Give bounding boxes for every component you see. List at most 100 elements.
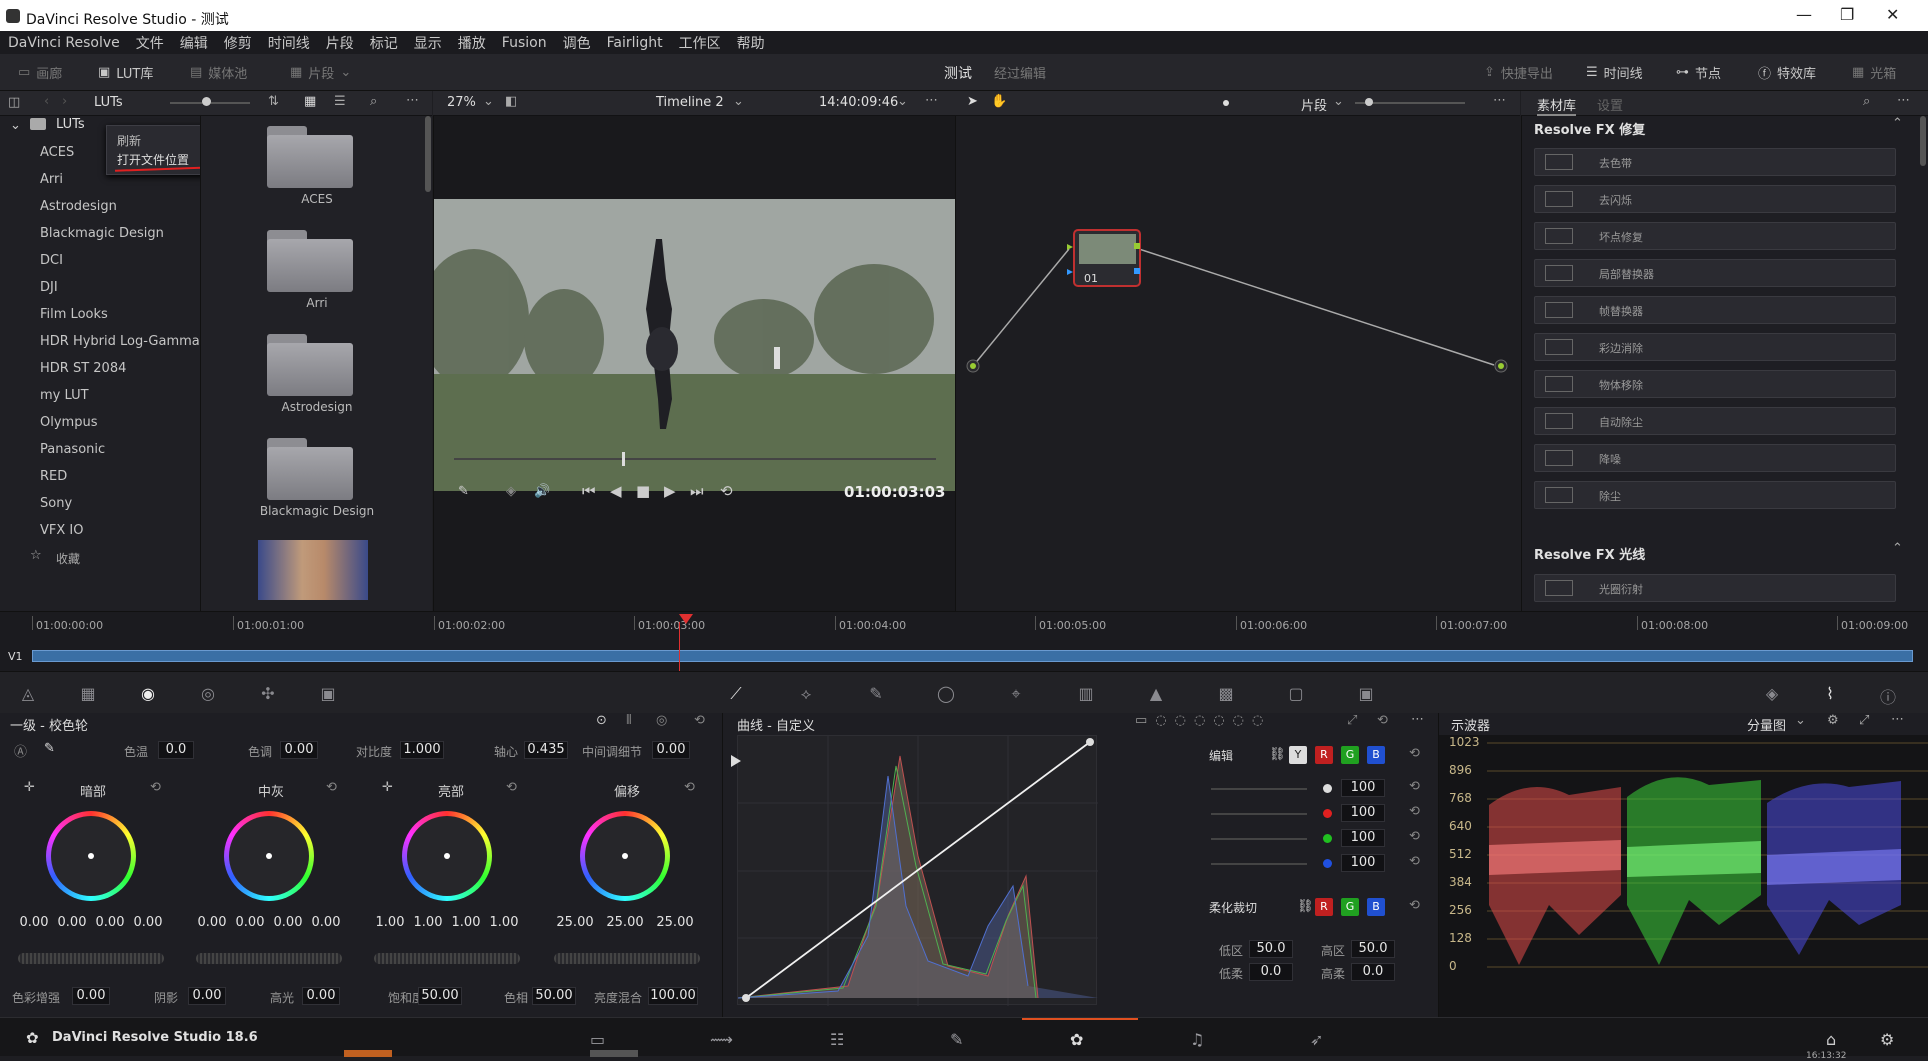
tab-library[interactable]: 素材库 — [1537, 95, 1577, 116]
scrollbar[interactable] — [1920, 116, 1926, 166]
media-page-icon[interactable]: ▭ — [590, 1030, 605, 1049]
node-mode-select[interactable]: 片段 — [1301, 95, 1327, 114]
lut-folder-hlg[interactable]: HDR Hybrid Log-Gamma — [40, 334, 200, 349]
quick-export-button[interactable]: ⇪ 快捷导出 — [1484, 63, 1553, 82]
tint-field[interactable]: 0.00 — [280, 741, 318, 759]
info-icon[interactable]: ⓘ — [1878, 684, 1898, 707]
fx-item[interactable]: 去色带 — [1534, 148, 1896, 176]
lut-folder-my-lut[interactable]: my LUT — [40, 388, 89, 403]
menu-file[interactable]: 文件 — [136, 33, 164, 53]
curve-mode-icons[interactable]: ▭◌◌◌◌◌◌ — [1135, 713, 1271, 728]
settings-gear-icon[interactable]: ⚙ — [1880, 1030, 1894, 1049]
channel-g-button[interactable]: G — [1341, 746, 1359, 764]
reset-icon[interactable]: ⟲ — [1377, 713, 1388, 728]
fx-item[interactable]: 去闪烁 — [1534, 185, 1896, 213]
offset-value[interactable]: 25.00 — [655, 915, 695, 930]
clips-button[interactable]: ▦ 片段 ⌄ — [290, 63, 351, 82]
y-intensity-slider[interactable] — [1211, 788, 1307, 790]
lut-folder-olympus[interactable]: Olympus — [40, 415, 97, 430]
fx-item[interactable]: 坏点修复 — [1534, 222, 1896, 250]
search-icon[interactable]: ⌕ — [1863, 94, 1870, 109]
high-field[interactable]: 50.0 — [1351, 940, 1395, 958]
gain-master-slider[interactable] — [374, 953, 520, 964]
folder-icon[interactable] — [267, 126, 353, 188]
lut-folder-arri[interactable]: Arri — [40, 172, 63, 187]
gamma-value[interactable]: 0.00 — [233, 915, 267, 930]
menu-color[interactable]: 调色 — [563, 33, 591, 53]
folder-icon[interactable] — [267, 438, 353, 500]
gamma-wheel[interactable] — [224, 811, 314, 901]
forward-icon[interactable]: › — [62, 94, 67, 109]
chevron-up-icon[interactable]: ⌃ — [1892, 116, 1903, 131]
reset-icon[interactable]: ⟲ — [1409, 779, 1420, 794]
luma-mix-field[interactable]: 100.00 — [648, 987, 698, 1005]
loop-icon[interactable]: ⟲ — [720, 482, 733, 500]
y-intensity-handle[interactable] — [1323, 784, 1332, 793]
r-intensity-slider[interactable] — [1211, 813, 1307, 815]
reset-icon[interactable]: ⟲ — [326, 780, 337, 795]
channel-y-button[interactable]: Y — [1289, 746, 1307, 764]
node-zoom-handle[interactable] — [1365, 98, 1373, 106]
menu-mark[interactable]: 标记 — [370, 33, 398, 53]
reset-icon[interactable]: ⟲ — [694, 713, 705, 728]
timeline-toggle-button[interactable]: ☰ 时间线 — [1586, 63, 1643, 82]
low-soft-field[interactable]: 0.0 — [1249, 963, 1293, 981]
shadows-field[interactable]: 0.00 — [188, 987, 226, 1005]
rgb-mixer-icon[interactable]: ✣ — [258, 684, 278, 703]
softclip-b-button[interactable]: B — [1367, 898, 1385, 916]
gain-value[interactable]: 1.00 — [449, 915, 483, 930]
menu-view[interactable]: 显示 — [414, 33, 442, 53]
gamma-value[interactable]: 0.00 — [309, 915, 343, 930]
lut-folder-film-looks[interactable]: Film Looks — [40, 307, 108, 322]
lut-folder-blackmagic[interactable]: Blackmagic Design — [40, 226, 164, 241]
fx-item[interactable]: 光圈衍射 — [1534, 574, 1896, 602]
fx-item[interactable]: 除尘 — [1534, 481, 1896, 509]
b-intensity-slider[interactable] — [1211, 863, 1307, 865]
fx-item[interactable]: 彩边消除 — [1534, 333, 1896, 361]
nodes-toggle-button[interactable]: ⊶ 节点 — [1676, 63, 1721, 82]
lightbox-button[interactable]: ▦ 光箱 — [1852, 63, 1896, 82]
high-soft-field[interactable]: 0.0 — [1351, 963, 1395, 981]
stop-icon[interactable]: ■ — [636, 482, 650, 500]
low-field[interactable]: 50.0 — [1249, 940, 1293, 958]
r-intensity-handle[interactable] — [1323, 809, 1332, 818]
keyframes-icon[interactable]: ◈ — [1762, 684, 1782, 703]
link-icon[interactable]: ⛓ — [1269, 747, 1286, 762]
hue-field[interactable]: 50.00 — [532, 987, 576, 1005]
menu-help[interactable]: 帮助 — [737, 33, 765, 53]
lut-folder-vfx-io[interactable]: VFX IO — [40, 523, 83, 538]
video-clip-track[interactable] — [32, 650, 1913, 662]
expand-icon[interactable]: ⤢ — [1347, 713, 1357, 728]
motion-effects-icon[interactable]: ▣ — [318, 684, 338, 703]
folder-icon[interactable] — [267, 230, 353, 292]
timeline-name[interactable]: Timeline 2 — [656, 95, 724, 110]
qualifier-icon[interactable]: ✎ — [866, 684, 886, 703]
favorites-item[interactable]: 收藏 — [56, 550, 80, 567]
color-picker-icon[interactable]: ✎ — [458, 484, 469, 499]
scrub-bar[interactable] — [454, 458, 936, 460]
close-button[interactable]: ✕ — [1886, 5, 1899, 24]
lift-value[interactable]: 0.00 — [131, 915, 165, 930]
auto-balance-icon[interactable]: Ⓐ — [14, 741, 27, 760]
key-icon[interactable]: ▩ — [1216, 684, 1236, 703]
channel-b-button[interactable]: B — [1367, 746, 1385, 764]
channel-r-button[interactable]: R — [1315, 746, 1333, 764]
more-options-icon[interactable]: ⋯ — [406, 93, 419, 108]
fusion-page-icon[interactable]: ✎ — [950, 1030, 963, 1049]
scopes-icon[interactable]: ⌇ — [1820, 684, 1840, 703]
reset-icon[interactable]: ⟲ — [1409, 898, 1420, 913]
scrub-handle[interactable] — [622, 452, 625, 466]
sort-icon[interactable]: ⇅ — [268, 94, 279, 109]
lift-master-slider[interactable] — [18, 953, 164, 964]
camera-raw-icon[interactable]: ◬ — [18, 684, 38, 703]
search-icon[interactable]: ⌕ — [370, 94, 377, 109]
offset-value[interactable]: 25.00 — [605, 915, 645, 930]
deliver-page-icon[interactable]: ➶ — [1310, 1030, 1323, 1049]
menu-fairlight[interactable]: Fairlight — [607, 35, 663, 51]
gamma-value[interactable]: 0.00 — [195, 915, 229, 930]
magic-mask-icon[interactable]: ▥ — [1076, 684, 1096, 703]
3d-icon[interactable]: ▣ — [1356, 684, 1376, 703]
offset-master-slider[interactable] — [554, 953, 700, 964]
minimize-button[interactable]: — — [1796, 5, 1812, 24]
wheels-mode-icon[interactable]: ⊙ — [596, 713, 607, 728]
